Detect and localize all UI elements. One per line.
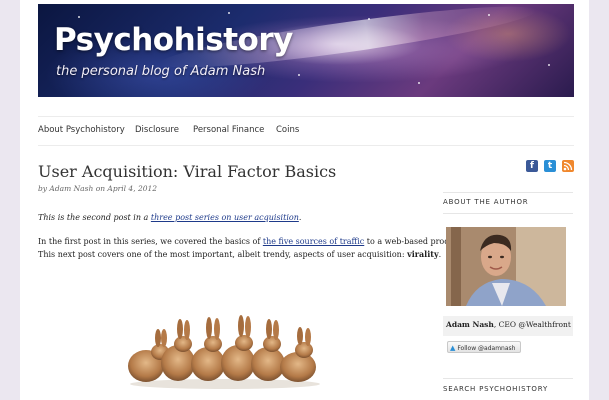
sidebar-divider (443, 192, 573, 193)
body-period: . (438, 250, 442, 259)
star (228, 12, 230, 14)
facebook-icon[interactable]: f (526, 160, 538, 172)
star (418, 82, 420, 84)
main-nav: About Psychohistory Disclosure Personal … (38, 116, 574, 146)
bunny (221, 315, 255, 381)
star (368, 18, 370, 20)
post-meta: by Adam Nash on April 4, 2012 (38, 184, 158, 193)
nav-item-personal-finance[interactable]: Personal Finance (193, 125, 264, 135)
follow-label: Follow @adamnash (457, 345, 516, 352)
body-text-2: This next post covers one of the most im… (38, 250, 408, 259)
search-heading: SEARCH PSYCHOHISTORY (443, 385, 549, 393)
sidebar-divider (443, 378, 573, 379)
star (548, 64, 550, 66)
nav-item-about[interactable]: About Psychohistory (38, 125, 125, 135)
nav-item-coins[interactable]: Coins (276, 125, 299, 135)
twitter-follow-button[interactable]: ▲ Follow @adamnash (447, 341, 521, 353)
traffic-link[interactable]: the five sources of traffic (263, 237, 364, 246)
bunny (251, 319, 285, 381)
author-caption: Adam Nash, CEO @Wealthfront (443, 316, 573, 336)
author-photo (446, 227, 566, 306)
rss-glyph (563, 161, 573, 171)
star (488, 14, 490, 16)
author-name[interactable]: Adam Nash (446, 320, 494, 329)
post-body: In the first post in this series, we cov… (38, 235, 465, 261)
author-role: , CEO @Wealthfront (493, 320, 571, 329)
body-text: In the first post in this series, we cov… (38, 237, 263, 246)
body-line-1: In the first post in this series, we cov… (38, 235, 465, 248)
post-title[interactable]: User Acquisition: Viral Factor Basics (38, 162, 336, 181)
intro-end: . (298, 213, 302, 222)
author-portrait (446, 227, 566, 306)
post-intro: This is the second post in a three post … (38, 213, 418, 222)
rss-icon[interactable] (562, 160, 574, 172)
page: Psychohistory the personal blog of Adam … (20, 0, 589, 400)
sidebar-divider (443, 213, 573, 214)
intro-text: This is the second post in a (38, 213, 151, 222)
header-banner[interactable]: Psychohistory the personal blog of Adam … (38, 4, 574, 97)
site-title[interactable]: Psychohistory (54, 22, 293, 58)
series-link[interactable]: three post series on user acquisition (151, 213, 299, 222)
star (298, 74, 300, 76)
bunnies-image (128, 315, 320, 389)
body-line-2: This next post covers one of the most im… (38, 248, 441, 261)
star (78, 16, 80, 18)
bunny (280, 327, 316, 382)
nav-item-disclosure[interactable]: Disclosure (135, 125, 179, 135)
site-tagline: the personal blog of Adam Nash (56, 64, 266, 79)
twitter-icon[interactable]: t (544, 160, 556, 172)
bunny (191, 317, 225, 381)
virality-bold: virality (407, 249, 439, 259)
about-author-heading: ABOUT THE AUTHOR (443, 198, 529, 206)
twitter-bird-icon: ▲ (450, 344, 456, 352)
